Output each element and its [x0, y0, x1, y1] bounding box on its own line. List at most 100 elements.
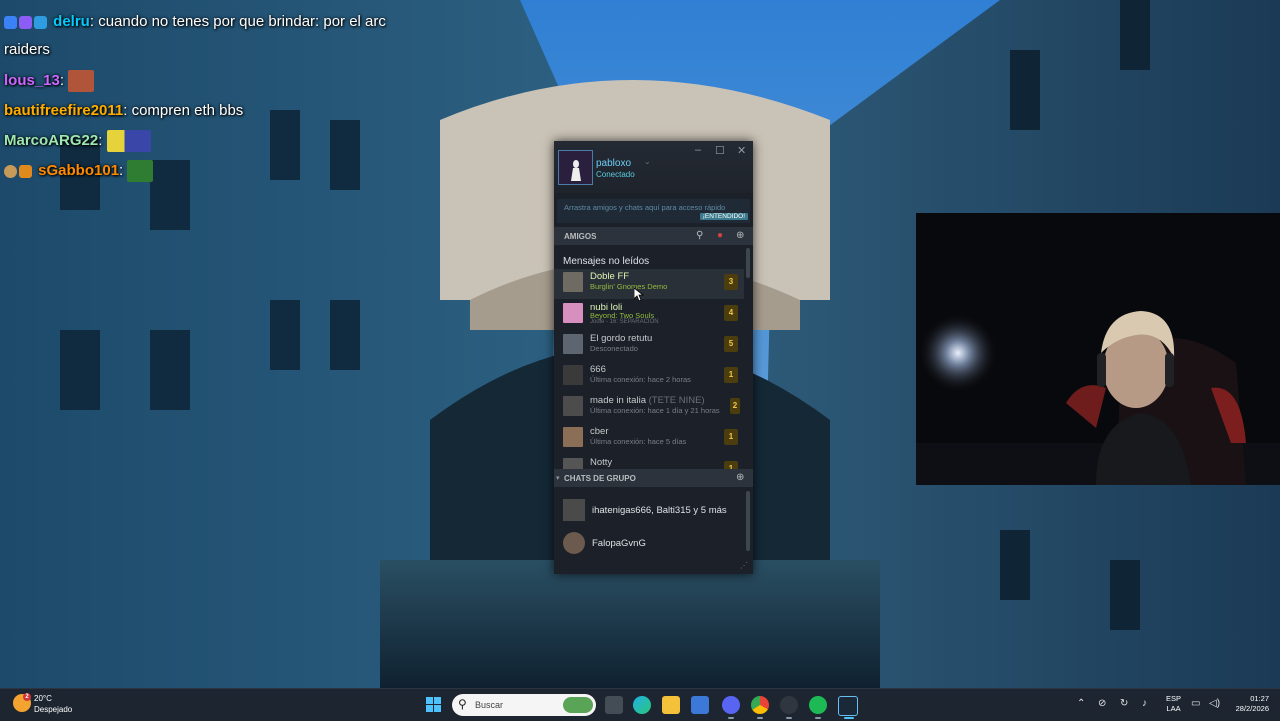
- webcam-overlay: [916, 213, 1280, 485]
- stream-chat-overlay: delru: cuando no tenes por que brindar: …: [4, 0, 544, 186]
- friend-item[interactable]: El gordo retutu Desconectado 5: [554, 331, 744, 361]
- weather-description[interactable]: Despejado: [34, 705, 72, 714]
- steam-profile-header: pabloxo ⌄ Conectado – ☐ ✕: [554, 141, 753, 193]
- friend-avatar: [563, 272, 583, 292]
- running-indicator: [844, 717, 854, 719]
- chat-username: delru: [53, 13, 90, 30]
- profile-username[interactable]: pabloxo: [596, 158, 631, 169]
- friends-scrollbar[interactable]: [746, 248, 750, 278]
- search-icon[interactable]: ⚲: [696, 230, 703, 241]
- settings-icon[interactable]: ⊕: [736, 230, 744, 241]
- chrome-icon[interactable]: [751, 696, 769, 714]
- friend-status: Última conexión: hace 2 horas: [590, 375, 691, 384]
- friend-item[interactable]: cber Última conexión: hace 5 días 1: [554, 424, 744, 454]
- add-friend-icon[interactable]: ●: [717, 230, 723, 241]
- chat-username: bautifreefire2011: [4, 102, 124, 119]
- unread-count-badge: 1: [724, 367, 738, 383]
- mouse-cursor-icon: [634, 288, 644, 302]
- display-icon[interactable]: ▭: [1191, 698, 1200, 709]
- chevron-up-icon[interactable]: ⌃: [1077, 698, 1085, 709]
- friend-avatar: [563, 458, 583, 469]
- windows-start-icon[interactable]: [426, 697, 441, 712]
- group-chat-item[interactable]: FalopaGvnG: [554, 529, 744, 557]
- group-chat-name: FalopaGvnG: [592, 538, 646, 549]
- friend-avatar: [563, 396, 583, 416]
- system-clock[interactable]: 01:27 28/2/2026: [1225, 694, 1269, 714]
- sync-icon[interactable]: ↻: [1120, 698, 1128, 709]
- unread-messages-heading: Mensajes no leídos: [563, 256, 650, 267]
- task-view-icon[interactable]: [605, 696, 623, 714]
- friend-status: Última conexión: hace 1 día y 21 horas: [590, 406, 720, 415]
- edge-browser-icon[interactable]: [633, 696, 651, 714]
- collapse-icon[interactable]: ▾: [556, 474, 560, 482]
- friend-name: Notty: [590, 457, 613, 468]
- file-explorer-icon[interactable]: [662, 696, 680, 714]
- friend-item[interactable]: Notty 1: [554, 455, 744, 469]
- maximize-icon[interactable]: ☐: [715, 144, 725, 157]
- friend-item[interactable]: 666 Última conexión: hace 2 horas 1: [554, 362, 744, 392]
- friends-header: AMIGOS ⚲ ● ⊕: [554, 227, 753, 245]
- profile-status: Conectado: [596, 170, 635, 179]
- friend-avatar: [563, 365, 583, 385]
- friend-avatar: [563, 427, 583, 447]
- search-placeholder: Buscar: [475, 700, 504, 710]
- friend-name: El gordo retutu: [590, 333, 653, 344]
- quick-access-tip-text: Arrastra amigos y chats aquí para acceso…: [564, 203, 726, 212]
- unread-count-badge: 4: [724, 305, 738, 321]
- spotify-icon[interactable]: [809, 696, 827, 714]
- add-group-icon[interactable]: ⊕: [736, 472, 744, 483]
- chat-username: sGabbo101: [38, 162, 120, 179]
- groups-scrollbar[interactable]: [746, 491, 750, 551]
- group-avatar: [563, 532, 585, 554]
- running-indicator: [786, 717, 792, 719]
- friend-status: Burglin' Gnomes Demo: [590, 282, 668, 291]
- microsoft-store-icon[interactable]: [691, 696, 709, 714]
- discord-icon[interactable]: [722, 696, 740, 714]
- quick-access-tip: Arrastra amigos y chats aquí para acceso…: [557, 199, 750, 223]
- group-chat-name: ihatenigas666, Balti315 y 5 más: [592, 505, 727, 516]
- emote-icon: [127, 160, 154, 183]
- running-indicator: [757, 717, 763, 719]
- unread-count-badge: 3: [724, 274, 738, 290]
- obs-studio-icon[interactable]: [780, 696, 798, 714]
- language-code: ESP: [1166, 694, 1182, 703]
- group-chats-label: CHATS DE GRUPO: [564, 474, 636, 483]
- close-icon[interactable]: ✕: [737, 144, 746, 157]
- taskbar-search-box[interactable]: ⚲ Buscar: [452, 694, 596, 716]
- chat-message: sGabbo101:: [4, 156, 544, 186]
- friend-item[interactable]: made in italia (TETE NINE) Última conexi…: [554, 393, 744, 423]
- friend-item[interactable]: nubi loli Beyond: Two Souls Jodie - 16: …: [554, 300, 744, 330]
- weather-temperature[interactable]: 20°C: [34, 694, 52, 703]
- microphone-icon[interactable]: ♪: [1142, 698, 1147, 709]
- group-chat-item[interactable]: ihatenigas666, Balti315 y 5 más: [554, 496, 744, 524]
- friend-name: 666: [590, 364, 606, 375]
- group-chats-header[interactable]: ▾ CHATS DE GRUPO ⊕: [554, 469, 753, 487]
- clock-date: 28/2/2026: [1235, 704, 1269, 713]
- friend-rich-presence: Jodie - 16: SEPARACIÓN: [590, 319, 659, 325]
- unread-count-badge: 5: [724, 336, 738, 352]
- resize-grip-icon[interactable]: ⋰: [740, 561, 748, 570]
- chat-username: lous_13: [4, 72, 60, 89]
- friend-name: made in italia (TETE NINE): [590, 395, 705, 406]
- friend-status: Última conexión: hace 5 días: [590, 437, 687, 446]
- input-language[interactable]: ESP LAA: [1166, 694, 1181, 714]
- running-indicator: [815, 717, 821, 719]
- chat-badge-icon: [19, 15, 32, 29]
- minimize-icon[interactable]: –: [695, 144, 701, 156]
- emote-icon: [106, 130, 151, 153]
- chat-separator: :: [89, 13, 95, 30]
- friend-avatar: [563, 334, 583, 354]
- got-it-button[interactable]: ¡ENTENDIDO!: [699, 213, 748, 220]
- volume-icon[interactable]: ◁): [1209, 698, 1220, 709]
- chat-badge-icon: [4, 15, 17, 29]
- search-highlight-icon: [563, 697, 593, 713]
- chevron-down-icon[interactable]: ⌄: [644, 157, 651, 166]
- emote-icon: [68, 70, 95, 93]
- friend-item[interactable]: Doble FF Burglin' Gnomes Demo 3: [554, 269, 744, 299]
- friend-status: Desconectado: [590, 344, 638, 353]
- steam-icon[interactable]: [838, 696, 858, 716]
- profile-avatar[interactable]: [558, 150, 593, 185]
- friends-label: AMIGOS: [564, 232, 597, 241]
- chat-separator: :: [98, 132, 103, 149]
- network-off-icon[interactable]: ⊘: [1098, 698, 1106, 709]
